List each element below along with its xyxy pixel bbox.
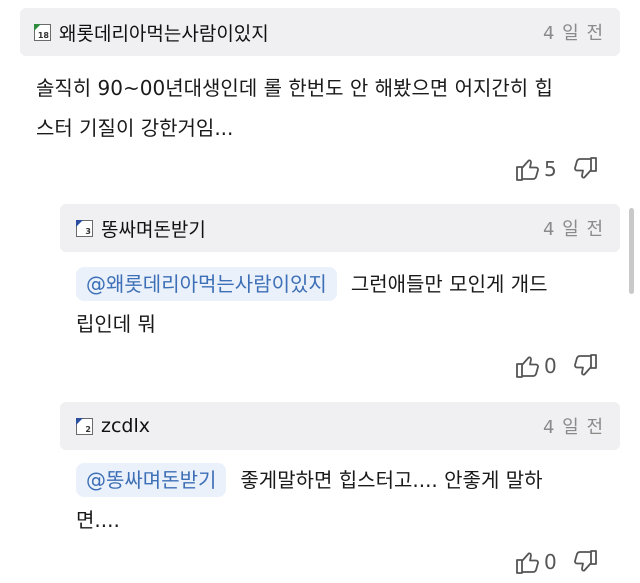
thumbs-down-icon[interactable] [573, 353, 599, 379]
scrollbar-thumb[interactable] [629, 208, 634, 294]
level-badge-icon: 2 [76, 417, 93, 435]
vote-bar: 5 [514, 156, 599, 182]
vote-bar: 0 [514, 353, 599, 379]
thumbs-up-icon[interactable] [514, 156, 540, 182]
like-count: 0 [544, 550, 557, 574]
mention-tag[interactable]: @똥싸며돈받기 [76, 463, 227, 497]
comment-author[interactable]: 왜롯데리아먹는사람이있지 [59, 19, 269, 46]
thumbs-up-icon[interactable] [514, 353, 540, 379]
like-count: 0 [544, 354, 557, 378]
reply-time: 4 일 전 [542, 219, 604, 240]
vote-bar: 0 [514, 549, 599, 575]
reply-header: 2 zcdlx 4 일 전 [60, 402, 620, 450]
thumbs-down-icon[interactable] [573, 156, 599, 182]
comment-header: 18 왜롯데리아먹는사람이있지 4 일 전 [20, 8, 620, 56]
reply-time: 4 일 전 [542, 417, 604, 438]
thumbs-up-icon[interactable] [514, 549, 540, 575]
comment-body: 솔직히 90~00년대생인데 롤 한번도 안 해봤으면 어지간히 힙 스터 기질… [36, 76, 553, 140]
reply-header: 3 똥싸며돈받기 4 일 전 [60, 204, 620, 252]
level-badge-icon: 3 [76, 219, 93, 237]
reply-body: @왜롯데리아먹는사람이있지 그런애들만 모인게 개드 립인데 뭐 [76, 264, 616, 344]
mention-tag[interactable]: @왜롯데리아먹는사람이있지 [76, 267, 337, 301]
reply-body: @똥싸며돈받기 좋게말하면 힙스터고.... 안좋게 말하 면.... [76, 460, 616, 540]
reply-author[interactable]: 똥싸며돈받기 [101, 215, 206, 242]
thumbs-down-icon[interactable] [573, 549, 599, 575]
comment-time: 4 일 전 [542, 23, 604, 44]
level-badge-icon: 18 [34, 23, 51, 41]
reply-author[interactable]: zcdlx [101, 415, 150, 437]
like-count: 5 [544, 157, 557, 181]
